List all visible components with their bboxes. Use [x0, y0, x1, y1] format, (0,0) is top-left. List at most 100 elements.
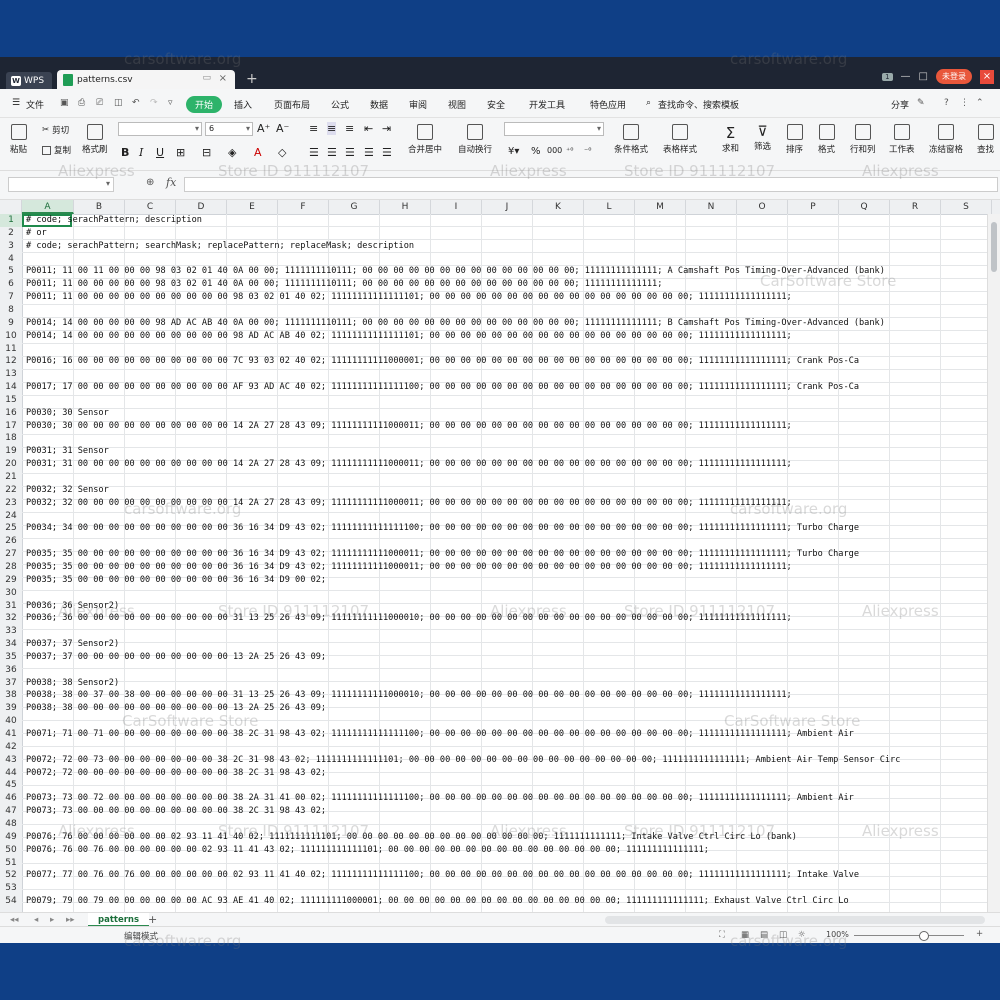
column-header[interactable]: D — [176, 200, 227, 214]
find-button[interactable]: 查找 — [977, 124, 994, 155]
close-tab-icon[interactable]: × — [219, 73, 227, 84]
document-tab[interactable]: patterns.csv ▭ × — [57, 70, 235, 89]
row-header[interactable]: 32 — [0, 612, 22, 625]
row-header[interactable]: 47 — [0, 805, 22, 818]
row-header[interactable]: 2 — [0, 227, 22, 240]
decrease-decimal-icon[interactable]: ⁻⁰ — [584, 146, 591, 155]
justify-icon[interactable]: ☰ — [364, 146, 374, 159]
font-color-icon[interactable]: A — [254, 146, 262, 159]
next-sheet-icon[interactable]: ▸ — [50, 915, 54, 925]
row-header[interactable]: 5 — [0, 265, 22, 278]
function-icon[interactable]: fx — [166, 176, 176, 189]
font-family-select[interactable] — [118, 122, 202, 136]
clear-format-icon[interactable]: ◇ — [278, 146, 286, 159]
row-header[interactable]: 8 — [0, 304, 22, 317]
prev-sheet-icon[interactable]: ◂ — [34, 915, 38, 925]
menu-insert[interactable]: 插入 — [234, 98, 252, 111]
cell-a-text[interactable]: P0037; 37 00 00 00 00 00 00 00 00 00 00 … — [26, 651, 326, 664]
row-header[interactable]: 33 — [0, 625, 22, 638]
row-header[interactable]: 34 — [0, 638, 22, 651]
cell-a-text[interactable]: P0035; 35 00 00 00 00 00 00 00 00 00 00 … — [26, 548, 859, 561]
column-header[interactable]: M — [635, 200, 686, 214]
align-middle-icon[interactable]: ≡ — [327, 122, 337, 135]
preview-icon[interactable]: ◫ — [114, 98, 123, 108]
cell-a-text[interactable]: P0077; 77 00 76 00 76 00 00 00 00 00 00 … — [26, 869, 859, 882]
cell-a-text[interactable]: P0032; 32 Sensor — [26, 484, 109, 497]
cell-a-text[interactable]: P0017; 17 00 00 00 00 00 00 00 00 00 00 … — [26, 381, 859, 394]
borders-icon[interactable]: ⊞ — [176, 146, 185, 159]
column-header[interactable]: C — [125, 200, 176, 214]
row-col-button[interactable]: 行和列 — [850, 124, 876, 155]
name-box[interactable] — [8, 177, 114, 192]
page-break-view-icon[interactable]: ▤ — [760, 930, 768, 940]
redo-icon[interactable]: ↷ — [150, 98, 158, 108]
column-header[interactable]: N — [686, 200, 737, 214]
row-header[interactable]: 25 — [0, 522, 22, 535]
column-header[interactable]: K — [533, 200, 584, 214]
row-header[interactable]: 45 — [0, 779, 22, 792]
row-header[interactable]: 36 — [0, 664, 22, 677]
menu-data[interactable]: 数据 — [370, 98, 388, 111]
cell-a-text[interactable]: P0079; 79 00 79 00 00 00 00 00 00 AC 93 … — [26, 895, 849, 908]
share-button[interactable]: 分享 — [891, 98, 909, 111]
eye-protect-icon[interactable]: ☼ — [798, 930, 806, 940]
new-tab-icon[interactable]: + — [246, 71, 258, 87]
cell-a-text[interactable]: P0031; 31 Sensor — [26, 445, 109, 458]
hamburger-icon[interactable]: ☰ — [12, 98, 20, 108]
menu-special-apps[interactable]: 特色应用 — [590, 98, 626, 111]
command-search[interactable]: 查找命令、搜索模板 — [658, 98, 739, 111]
cell-a-text[interactable]: # code; serachPattern; searchMask; repla… — [26, 240, 414, 253]
cell-a-text[interactable]: P0073; 73 00 72 00 00 00 00 00 00 00 00 … — [26, 792, 854, 805]
row-header[interactable]: 21 — [0, 471, 22, 484]
row-header[interactable]: 4 — [0, 253, 22, 266]
align-left-icon[interactable]: ☰ — [309, 146, 319, 159]
row-header[interactable]: 1 — [0, 214, 22, 227]
bold-icon[interactable]: B — [121, 146, 129, 159]
indent-decrease-icon[interactable]: ⇤ — [364, 122, 373, 135]
row-header[interactable]: 11 — [0, 343, 22, 356]
row-header[interactable]: 29 — [0, 574, 22, 587]
cell-a-text[interactable]: P0035; 35 00 00 00 00 00 00 00 00 00 00 … — [26, 574, 326, 587]
cell-a-text[interactable]: P0011; 11 00 00 00 00 00 98 03 02 01 40 … — [26, 278, 662, 291]
cell-a-text[interactable]: P0038; 38 Sensor2) — [26, 677, 119, 690]
row-header[interactable]: 28 — [0, 561, 22, 574]
column-header[interactable]: F — [278, 200, 329, 214]
cell-a-text[interactable]: P0011; 11 00 11 00 00 00 98 03 02 01 40 … — [26, 265, 885, 278]
format-painter-button[interactable]: 格式刷 — [82, 124, 108, 155]
font-grow-icon[interactable]: A⁺ — [257, 122, 270, 135]
minimize-icon[interactable]: — — [901, 71, 911, 82]
row-header[interactable]: 30 — [0, 587, 22, 600]
row-header[interactable]: 46 — [0, 792, 22, 805]
menu-review[interactable]: 审阅 — [409, 98, 427, 111]
row-header[interactable]: 18 — [0, 432, 22, 445]
column-header[interactable]: G — [329, 200, 380, 214]
align-center-icon[interactable]: ☰ — [327, 146, 337, 159]
row-header[interactable]: 19 — [0, 445, 22, 458]
row-header[interactable]: 50 — [0, 844, 22, 857]
cell-a-text[interactable]: P0076; 76 00 00 00 00 00 00 02 93 11 41 … — [26, 831, 797, 844]
row-header[interactable]: 37 — [0, 677, 22, 690]
cell-a-text[interactable]: P0014; 14 00 00 00 00 00 00 00 00 00 00 … — [26, 330, 792, 343]
sum-button[interactable]: Σ 求和 — [722, 124, 739, 154]
row-header[interactable]: 42 — [0, 741, 22, 754]
cell-a-text[interactable]: # or — [26, 227, 47, 240]
menu-file[interactable]: 文件 — [26, 98, 44, 111]
row-header[interactable]: 26 — [0, 535, 22, 548]
sort-button[interactable]: 排序 — [786, 124, 803, 155]
column-header[interactable]: H — [380, 200, 431, 214]
format-button[interactable]: 格式 — [818, 124, 835, 155]
column-header[interactable]: I — [431, 200, 482, 214]
cell-a-text[interactable]: # code; serachPattern; description — [26, 214, 202, 227]
cell-a-text[interactable]: P0038; 38 00 37 00 38 00 00 00 00 00 00 … — [26, 689, 792, 702]
zoom-formula-icon[interactable]: ⊕ — [146, 177, 154, 188]
menu-view[interactable]: 视图 — [448, 98, 466, 111]
zoom-level[interactable]: 100% — [826, 930, 849, 939]
table-style-button[interactable]: 表格样式 — [663, 124, 697, 155]
row-header[interactable]: 16 — [0, 407, 22, 420]
menu-developer[interactable]: 开发工具 — [529, 98, 565, 111]
cell-a-text[interactable]: P0037; 37 Sensor2) — [26, 638, 119, 651]
reading-view-icon[interactable]: ◫ — [779, 930, 787, 940]
select-all-corner[interactable] — [0, 200, 22, 214]
column-header[interactable]: P — [788, 200, 839, 214]
menu-page-layout[interactable]: 页面布局 — [274, 98, 310, 111]
